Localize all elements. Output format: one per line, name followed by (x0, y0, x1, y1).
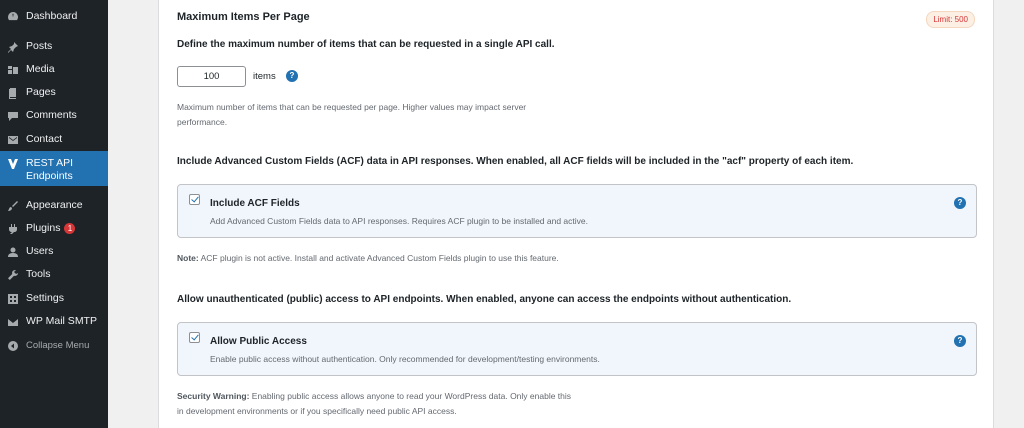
include-acf-label: Include ACF Fields (210, 198, 300, 209)
pages-icon (6, 86, 20, 100)
sidebar-item-appearance[interactable]: Appearance (0, 199, 108, 213)
allow-public-access-description: Enable public access without authenticat… (210, 354, 600, 364)
security-warning: Security Warning: Enabling public access… (177, 389, 571, 419)
sidebar-item-label: Settings (26, 292, 64, 304)
sidebar-item-label: Pages (26, 86, 56, 98)
public-access-option-card[interactable]: Allow Public Access Enable public access… (177, 322, 977, 376)
hint-line: performance. (177, 117, 228, 127)
public-access-description: Allow unauthenticated (public) access to… (177, 294, 792, 305)
settings-panel: Maximum Items Per Page Limit: 500 Define… (158, 0, 994, 428)
users-icon (6, 245, 20, 259)
admin-sidebar: Dashboard Posts Media Pages Comments Con… (0, 0, 108, 428)
sidebar-item-label: Tools (26, 268, 51, 280)
sidebar-item-label: Collapse Menu (26, 340, 90, 351)
sidebar-item-label: Comments (26, 109, 77, 121)
max-items-description: Define the maximum number of items that … (177, 39, 555, 50)
include-acf-checkbox[interactable] (189, 194, 200, 205)
note-text: ACF plugin is not active. Install and ac… (198, 253, 559, 263)
section-title: Maximum Items Per Page (177, 11, 310, 23)
warning-text: Enabling public access allows anyone to … (249, 391, 572, 401)
settings-icon (6, 292, 20, 306)
hint-line: Maximum number of items that can be requ… (177, 102, 527, 112)
help-icon[interactable]: ? (286, 70, 298, 82)
sidebar-item-label: Appearance (26, 199, 83, 211)
help-icon[interactable]: ? (954, 197, 966, 209)
mail-icon (6, 133, 20, 147)
sidebar-item-label: Plugins 1 (26, 222, 76, 235)
sidebar-item-users[interactable]: Users (0, 245, 108, 259)
acf-note: Note: ACF plugin is not active. Install … (177, 251, 559, 266)
sidebar-item-contact[interactable]: Contact (0, 133, 108, 147)
sidebar-item-settings[interactable]: Settings (0, 292, 108, 306)
help-icon[interactable]: ? (954, 335, 966, 347)
sidebar-item-rest-api-endpoints[interactable]: REST API Endpoints (0, 151, 108, 186)
allow-public-access-checkbox[interactable] (189, 332, 200, 343)
sidebar-item-plugins[interactable]: Plugins 1 (0, 222, 108, 236)
sidebar-item-label: Media (26, 63, 55, 75)
pin-icon (6, 40, 20, 54)
acf-description: Include Advanced Custom Fields (ACF) dat… (177, 156, 854, 167)
sidebar-item-dashboard[interactable]: Dashboard (0, 10, 108, 24)
sidebar-item-label: Posts (26, 40, 53, 52)
sidebar-item-label: Contact (26, 133, 63, 145)
plugins-update-badge: 1 (64, 222, 76, 234)
sidebar-item-label: Users (26, 245, 54, 257)
dashboard-icon (6, 10, 20, 24)
media-icon (6, 63, 20, 77)
plugin-icon (6, 222, 20, 236)
warning-label: Security Warning: (177, 391, 250, 401)
allow-public-access-label: Allow Public Access (210, 336, 307, 347)
sidebar-item-comments[interactable]: Comments (0, 109, 108, 123)
max-items-hint: Maximum number of items that can be requ… (177, 100, 526, 130)
rest-api-icon (6, 157, 20, 171)
sidebar-item-wp-mail-smtp[interactable]: WP Mail SMTP (0, 315, 108, 329)
plugins-label: Plugins (26, 222, 61, 234)
items-unit-label: items (253, 71, 276, 82)
wrench-icon (6, 268, 20, 282)
max-items-input[interactable]: 100 (177, 66, 246, 87)
acf-option-card[interactable]: Include ACF Fields Add Advanced Custom F… (177, 184, 977, 238)
sidebar-item-label: WP Mail SMTP (26, 315, 97, 327)
sidebar-item-posts[interactable]: Posts (0, 40, 108, 54)
include-acf-description: Add Advanced Custom Fields data to API r… (210, 216, 588, 226)
warning-line: in development environments or if you sp… (177, 406, 457, 416)
sidebar-item-tools[interactable]: Tools (0, 268, 108, 282)
sidebar-item-media[interactable]: Media (0, 63, 108, 77)
warning-line: Security Warning: Enabling public access… (177, 389, 571, 404)
sidebar-item-label: Dashboard (26, 10, 78, 22)
sidebar-item-label: REST API Endpoints (26, 157, 74, 182)
limit-badge: Limit: 500 (926, 11, 975, 28)
collapse-menu-button[interactable]: Collapse Menu (0, 339, 108, 353)
comments-icon (6, 109, 20, 123)
sidebar-item-pages[interactable]: Pages (0, 86, 108, 100)
collapse-icon (6, 339, 20, 353)
brush-icon (6, 199, 20, 213)
smtp-icon (6, 315, 20, 329)
note-label: Note: (177, 253, 199, 263)
